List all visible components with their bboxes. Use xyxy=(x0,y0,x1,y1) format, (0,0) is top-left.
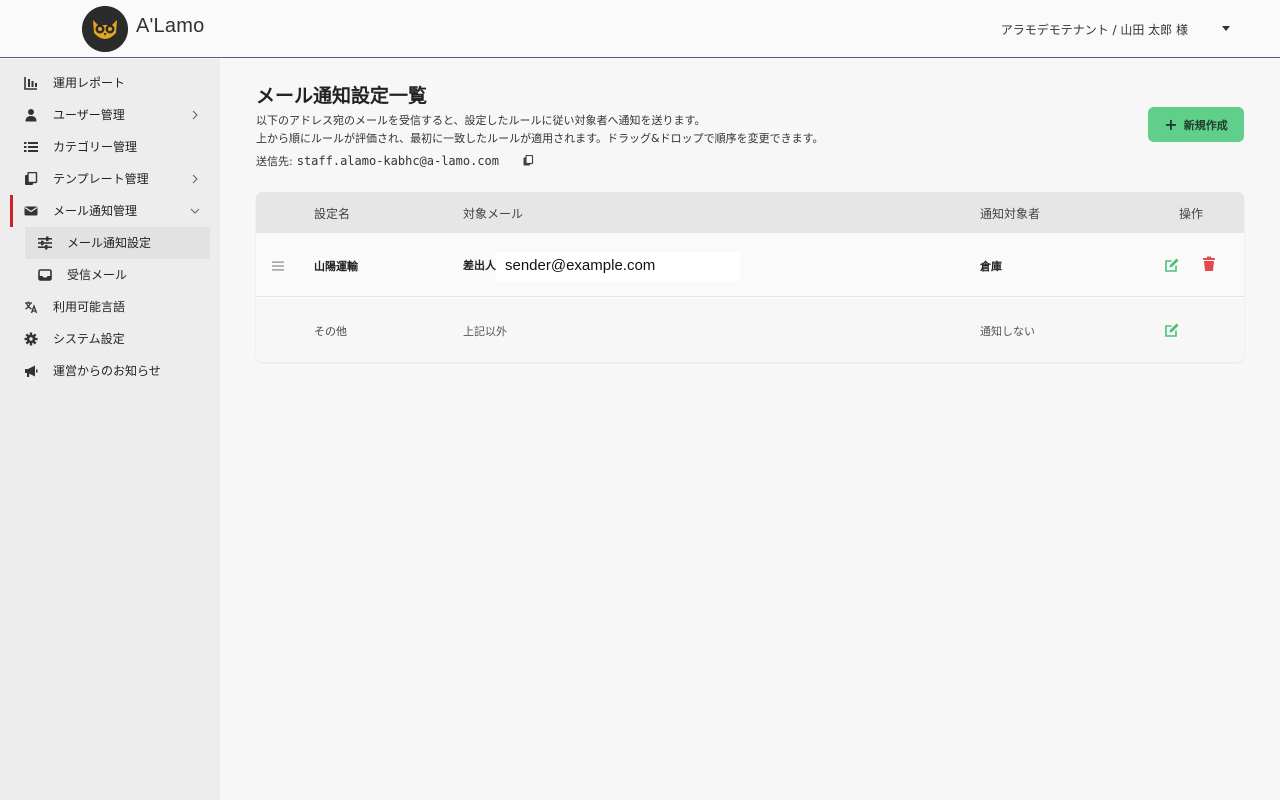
table-header: 設定名 対象メール 通知対象者 操作 xyxy=(256,192,1244,233)
gear-icon xyxy=(24,332,38,346)
plus-icon: + xyxy=(1164,114,1178,134)
edit-icon[interactable] xyxy=(1164,322,1180,338)
rule-name: 山陽運輸 xyxy=(314,260,358,273)
table-row[interactable]: 山陽運輸 差出人 sender@example.com 倉庫 xyxy=(256,233,1244,297)
owl-logo-icon[interactable] xyxy=(82,6,128,52)
sidebar-item-template-management[interactable]: テンプレート管理 xyxy=(0,163,220,195)
recipient: 倉庫 xyxy=(980,260,1002,273)
sidebar: 運用レポート ユーザー管理 カテゴリー管理 テンプレート管理 メール通知管理 メ… xyxy=(0,59,220,800)
sender-label: 送信先: xyxy=(256,155,293,168)
chevron-down-icon xyxy=(190,205,200,215)
sender-address-line: 送信先: staff.alamo-kabhc@a-lamo.com xyxy=(256,153,499,169)
translate-icon xyxy=(24,300,38,314)
drag-handle-icon[interactable] xyxy=(272,260,284,271)
sidebar-item-system-settings[interactable]: システム設定 xyxy=(0,323,220,355)
sidebar-item-announcements[interactable]: 運営からのお知らせ xyxy=(0,355,220,387)
sidebar-subitem-received-mail[interactable]: 受信メール xyxy=(25,259,210,291)
column-header: 操作 xyxy=(1179,207,1204,221)
envelope-icon xyxy=(24,204,38,218)
sidebar-item-label: メール通知管理 xyxy=(53,204,138,218)
sidebar-item-mail-notification-management[interactable]: メール通知管理 xyxy=(0,195,220,227)
chevron-right-icon xyxy=(190,173,200,184)
user-icon xyxy=(24,108,38,122)
new-create-label: 新規作成 xyxy=(1183,118,1228,132)
column-header: 設定名 xyxy=(314,207,351,221)
sidebar-item-label: ユーザー管理 xyxy=(53,108,125,122)
user-menu-label[interactable]: アラモデモテナント / 山田 太郎 様 xyxy=(1001,21,1188,38)
megaphone-icon xyxy=(24,364,38,378)
sender-address: staff.alamo-kabhc@a-lamo.com xyxy=(296,154,500,168)
page-description: 以下のアドレス宛のメールを受信すると、設定したルールに従い対象者へ通知を送ります… xyxy=(256,114,706,127)
sidebar-item-operation-report[interactable]: 運用レポート xyxy=(0,67,220,99)
list-icon xyxy=(24,140,38,154)
sidebar-item-label: 利用可能言語 xyxy=(53,300,126,314)
sidebar-item-label: 運用レポート xyxy=(53,76,126,90)
inbox-icon xyxy=(38,268,52,282)
sidebar-subitem-mail-notification-settings[interactable]: メール通知設定 xyxy=(25,227,210,259)
trash-icon[interactable] xyxy=(1201,256,1217,272)
target-description: 上記以外 xyxy=(463,325,507,338)
brand-name: A'Lamo xyxy=(136,15,205,37)
recipient: 通知しない xyxy=(980,325,1035,338)
column-header: 通知対象者 xyxy=(980,207,1041,221)
sidebar-item-available-languages[interactable]: 利用可能言語 xyxy=(0,291,220,323)
sidebar-item-user-management[interactable]: ユーザー管理 xyxy=(0,99,220,131)
sidebar-item-label: 運営からのお知らせ xyxy=(53,364,161,378)
sidebar-item-label: カテゴリー管理 xyxy=(53,140,138,154)
caret-down-icon[interactable] xyxy=(1221,22,1231,32)
edit-icon[interactable] xyxy=(1164,257,1180,273)
sliders-icon xyxy=(38,236,52,250)
table-row[interactable]: その他 上記以外 通知しない xyxy=(256,298,1244,362)
top-header: A'Lamo アラモデモテナント / 山田 太郎 様 xyxy=(0,0,1280,58)
sidebar-item-label: 受信メール xyxy=(67,268,128,282)
sidebar-item-label: テンプレート管理 xyxy=(53,172,149,186)
sidebar-item-category-management[interactable]: カテゴリー管理 xyxy=(0,131,220,163)
rule-name: その他 xyxy=(314,325,347,338)
page-description: 上から順にルールが評価され、最初に一致したルールが適用されます。ドラッグ&ドロッ… xyxy=(256,132,824,145)
column-header: 対象メール xyxy=(463,207,524,221)
sidebar-item-label: システム設定 xyxy=(53,332,125,346)
target-email: sender@example.com xyxy=(505,257,656,274)
chart-icon xyxy=(24,76,38,90)
new-create-button[interactable]: + 新規作成 xyxy=(1148,107,1244,142)
copy-icon[interactable] xyxy=(523,154,534,166)
target-prefix: 差出人 xyxy=(463,259,496,272)
chevron-right-icon xyxy=(190,109,200,120)
notification-rules-table: 設定名 対象メール 通知対象者 操作 山陽運輸 差出人 sender@examp… xyxy=(256,192,1244,362)
page-title: メール通知設定一覧 xyxy=(256,85,428,107)
sidebar-item-label: メール通知設定 xyxy=(67,236,152,250)
copy-icon xyxy=(24,171,38,186)
